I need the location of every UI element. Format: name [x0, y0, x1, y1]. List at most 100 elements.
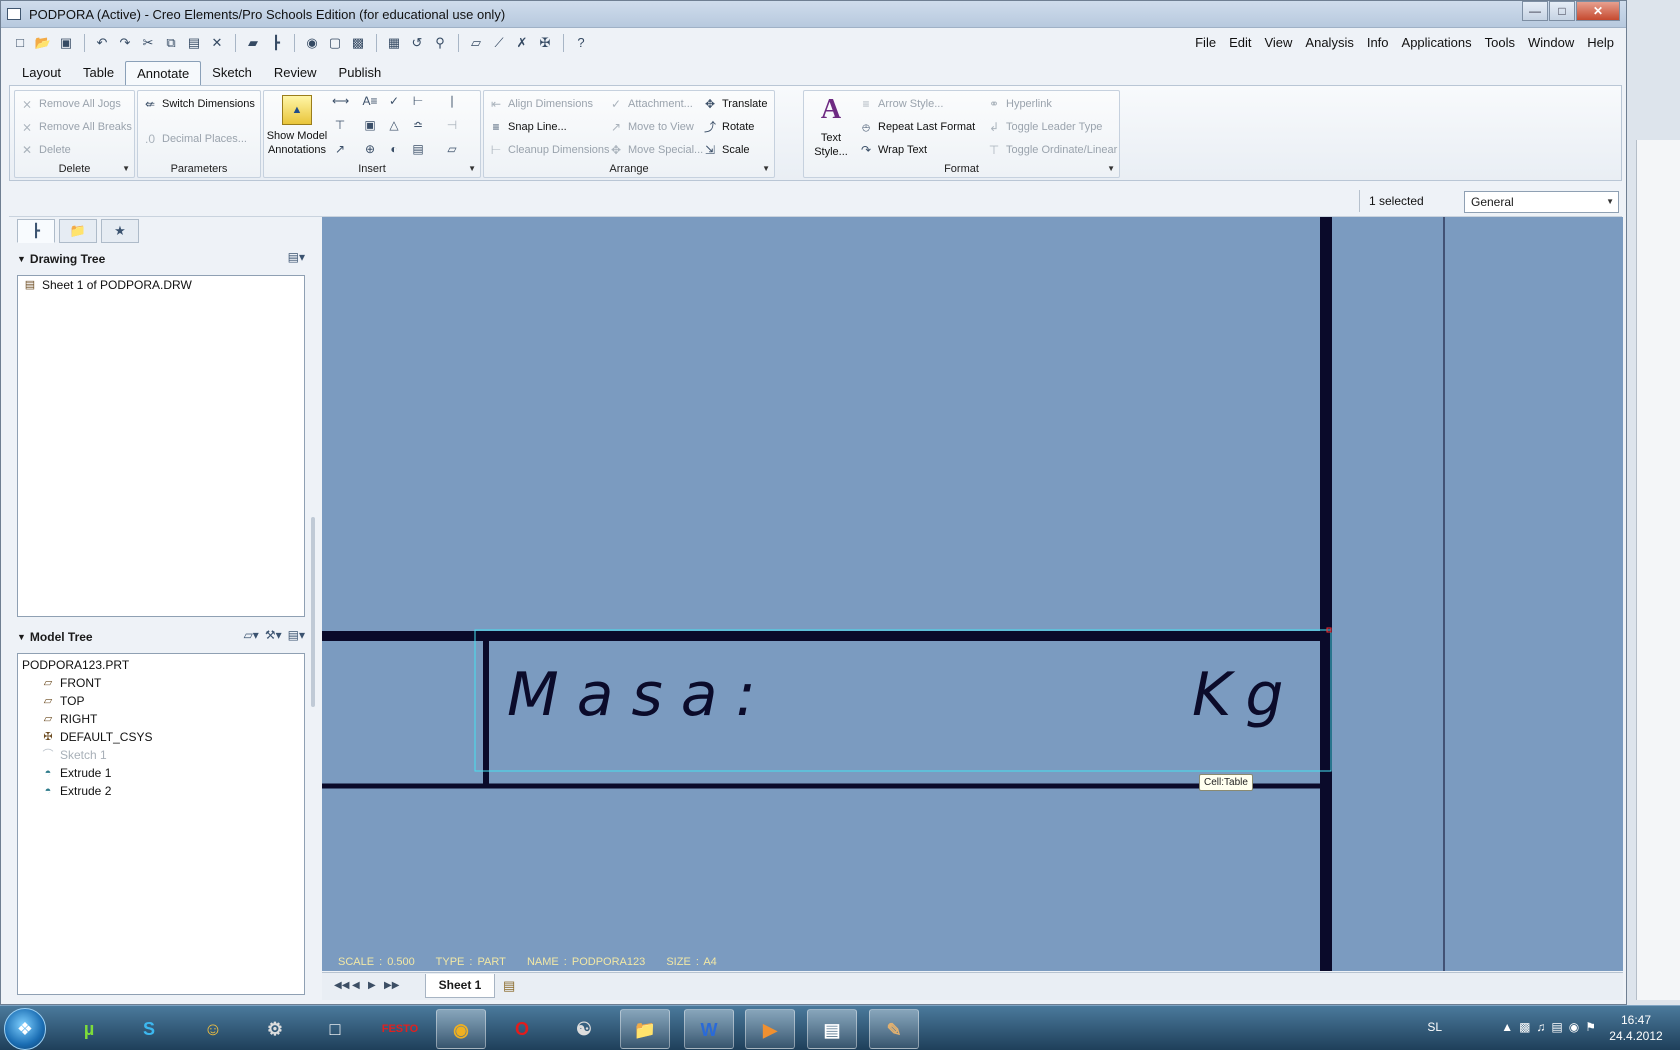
- show-icon[interactable]: ▱▾: [244, 628, 259, 642]
- tree-icon[interactable]: ┣: [265, 33, 287, 53]
- text-style-button[interactable]: A Text Style...: [808, 95, 854, 159]
- align-dimensions-button[interactable]: ⇤ Align Dimensions: [488, 96, 593, 112]
- folder-browser-tab-icon[interactable]: 📁: [59, 219, 97, 243]
- steam-icon[interactable]: ⚙: [250, 1009, 300, 1049]
- group-expand-icon[interactable]: ▼: [122, 164, 130, 173]
- group-expand-icon[interactable]: ▼: [468, 164, 476, 173]
- table-cell-kg[interactable]: Kg: [1192, 660, 1297, 730]
- tree-filter-icon[interactable]: ⚒▾: [265, 628, 282, 642]
- delete-icon[interactable]: ✕: [206, 33, 228, 53]
- new-icon[interactable]: □: [9, 33, 31, 53]
- selection-filter-dropdown[interactable]: General ▼: [1464, 191, 1619, 213]
- tree-item-part[interactable]: PODPORA123.PRT: [18, 656, 304, 674]
- move-to-view-button[interactable]: ↗ Move to View: [608, 119, 694, 135]
- paint-icon[interactable]: ✎: [869, 1009, 919, 1049]
- festo-icon[interactable]: FESTO: [375, 1009, 425, 1049]
- repaint-icon[interactable]: ▦: [383, 33, 405, 53]
- group-expand-icon[interactable]: ▼: [762, 164, 770, 173]
- drawing-canvas[interactable]: Masa: Kg Cell:Table SCALE : 0.500 TYPE :…: [322, 217, 1623, 971]
- datum-target-icon[interactable]: ⊕: [362, 141, 382, 157]
- tree-item-front[interactable]: ▱ FRONT: [18, 674, 304, 692]
- switch-dimensions-button[interactable]: ⇍ Switch Dimensions: [142, 96, 255, 112]
- menu-tools[interactable]: Tools: [1485, 35, 1515, 50]
- ordinate-baseline-icon[interactable]: ⊤: [332, 117, 352, 133]
- tree-item-sketch[interactable]: ⌒ Sketch 1: [18, 746, 304, 764]
- utorrent-icon[interactable]: µ: [64, 1009, 114, 1049]
- copy-icon[interactable]: ⧉: [160, 33, 182, 53]
- snap-line-button[interactable]: ≡ Snap Line...: [488, 119, 566, 135]
- weld-symbol-icon[interactable]: ◐: [386, 141, 406, 157]
- tray-icons[interactable]: ▲▩♫▤◉⚑: [1501, 1020, 1602, 1034]
- collapse-icon[interactable]: ▼: [17, 254, 26, 264]
- display-icon[interactable]: ▩: [347, 33, 369, 53]
- notepad-icon[interactable]: □: [310, 1009, 360, 1049]
- table-note-icon[interactable]: ▤: [410, 141, 430, 157]
- datum-feature-icon[interactable]: △: [386, 117, 406, 133]
- toggle-ordinate-linear-button[interactable]: ⊤ Toggle Ordinate/Linear: [986, 142, 1118, 158]
- rotate-button[interactable]: ⤴ Rotate: [702, 119, 754, 135]
- minimize-button[interactable]: —: [1522, 1, 1548, 21]
- whats-this-icon[interactable]: ?: [570, 33, 592, 53]
- language-indicator[interactable]: SL: [1427, 1020, 1442, 1034]
- group-expand-icon[interactable]: ▼: [1107, 164, 1115, 173]
- reference-dimension-icon[interactable]: ∣: [444, 93, 464, 109]
- geometric-tolerance-icon[interactable]: ▣: [362, 117, 382, 133]
- arrow-style-button[interactable]: ≡ Arrow Style...: [858, 96, 943, 112]
- zoom-icon[interactable]: ⚲: [429, 33, 451, 53]
- model-tree-header[interactable]: ▼ Model Tree ▱▾ ⚒▾ ▤▾: [17, 625, 307, 649]
- surface-finish-icon[interactable]: ✓: [386, 93, 406, 109]
- tree-item-right[interactable]: ▱ RIGHT: [18, 710, 304, 728]
- menu-edit[interactable]: Edit: [1229, 35, 1251, 50]
- table-cell-masa[interactable]: Masa:: [507, 660, 774, 730]
- menu-help[interactable]: Help: [1587, 35, 1614, 50]
- opera-icon[interactable]: O: [497, 1009, 547, 1049]
- menu-view[interactable]: View: [1264, 35, 1292, 50]
- media-icon[interactable]: ▶: [745, 1009, 795, 1049]
- leader-icon[interactable]: ↗: [332, 141, 352, 157]
- show-model-annotations-button[interactable]: ▲ Show Model Annotations: [266, 95, 328, 157]
- last-sheet-icon[interactable]: ▶▶: [384, 980, 399, 991]
- datum-point-icon[interactable]: ✠: [534, 33, 556, 53]
- menu-analysis[interactable]: Analysis: [1305, 35, 1353, 50]
- maximize-button[interactable]: □: [1549, 1, 1575, 21]
- close-button[interactable]: ✕: [1576, 1, 1620, 21]
- tree-item-sheet[interactable]: ▤ Sheet 1 of PODPORA.DRW: [18, 276, 304, 294]
- tree-item-top[interactable]: ▱ TOP: [18, 692, 304, 710]
- cleanup-dimensions-button[interactable]: ⊢ Cleanup Dimensions: [488, 142, 610, 158]
- tab-layout[interactable]: Layout: [11, 61, 72, 85]
- jog-icon[interactable]: ⊣: [444, 117, 464, 133]
- redo-icon[interactable]: ↷: [114, 33, 136, 53]
- layer-icon[interactable]: ▰: [242, 33, 264, 53]
- word-icon[interactable]: W: [684, 1009, 734, 1049]
- toggle-leader-type-button[interactable]: ↲ Toggle Leader Type: [986, 119, 1102, 135]
- tab-publish[interactable]: Publish: [328, 61, 393, 85]
- find-icon[interactable]: ◉: [301, 33, 323, 53]
- datum-csys-icon[interactable]: ✗: [511, 33, 533, 53]
- ordinate-dimension-icon[interactable]: ⊢: [410, 93, 430, 109]
- decimal-places-button[interactable]: .0 Decimal Places...: [142, 131, 247, 147]
- tree-item-extrude-2[interactable]: ◓ Extrude 2: [18, 782, 304, 800]
- tab-sketch[interactable]: Sketch: [201, 61, 263, 85]
- tree-item-extrude-1[interactable]: ◓ Extrude 1: [18, 764, 304, 782]
- panel-splitter[interactable]: [311, 517, 315, 707]
- save-icon[interactable]: ▣: [55, 33, 77, 53]
- explorer-icon[interactable]: 📁: [620, 1009, 670, 1049]
- creo-icon[interactable]: ▤: [807, 1009, 857, 1049]
- app-icon[interactable]: ☯: [559, 1009, 609, 1049]
- attachment-button[interactable]: ✓ Attachment...: [608, 96, 693, 112]
- chrome-icon[interactable]: ◉: [436, 1009, 486, 1049]
- remove-all-breaks-button[interactable]: ⨯ Remove All Breaks: [19, 119, 132, 135]
- clock[interactable]: 16:47 24.4.2012: [1604, 1012, 1668, 1044]
- tab-table[interactable]: Table: [72, 61, 125, 85]
- translate-button[interactable]: ✥ Translate: [702, 96, 767, 112]
- menu-file[interactable]: File: [1195, 35, 1216, 50]
- collapse-icon[interactable]: ▼: [17, 632, 26, 642]
- delete-button[interactable]: ✕ Delete: [19, 142, 71, 158]
- remove-all-jogs-button[interactable]: ⨯ Remove All Jogs: [19, 96, 121, 112]
- sheet-tab-1[interactable]: Sheet 1: [425, 974, 495, 998]
- refit-icon[interactable]: ↺: [406, 33, 428, 53]
- datum-plane-icon[interactable]: ▱: [465, 33, 487, 53]
- new-sheet-icon[interactable]: ▤: [503, 978, 515, 994]
- symbol-icon[interactable]: ≏: [410, 117, 430, 133]
- dimension-icon[interactable]: ⟷: [332, 93, 352, 109]
